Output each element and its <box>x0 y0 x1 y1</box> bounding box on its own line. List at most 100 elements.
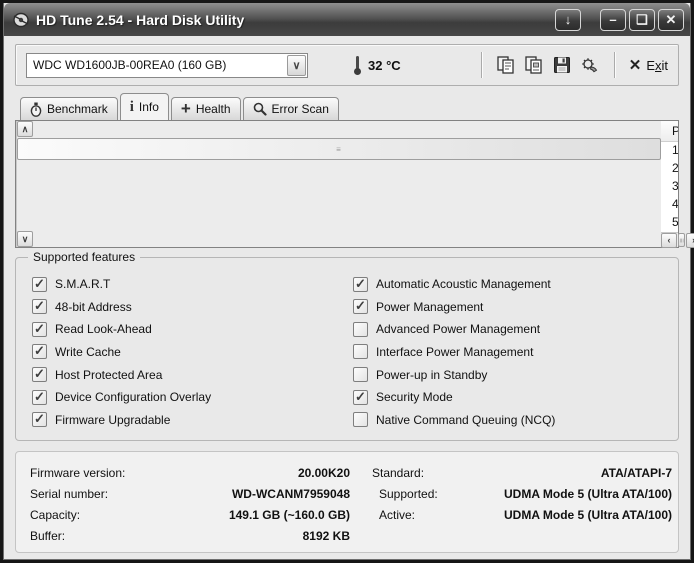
feature-advanced-power-management[interactable]: Advanced Power Management <box>353 319 670 339</box>
info-icon: i <box>129 98 134 115</box>
features-left-column: S.M.A.R.T 48-bit Address Read Look-Ahead <box>32 272 349 436</box>
feature-smart[interactable]: S.M.A.R.T <box>32 274 349 294</box>
feature-label: Native Command Queuing (NCQ) <box>376 412 556 427</box>
table-row[interactable]: 4 517 MB 0.00% unknown ... No <box>661 196 678 214</box>
feature-power-up-in-standby[interactable]: Power-up in Standby <box>353 365 670 385</box>
scroll-left-icon[interactable]: ‹ <box>661 233 677 248</box>
scroll-down-icon[interactable]: ∨ <box>17 231 33 247</box>
save-screenshot-button[interactable] <box>548 51 576 79</box>
detail-capacity: Capacity: 149.1 GB (~160.0 GB) <box>30 504 350 525</box>
detail-serial-number: Serial number: WD-WCANM7959048 <box>30 483 350 504</box>
checkbox-icon[interactable] <box>353 276 368 292</box>
vertical-scroll-track[interactable] <box>17 161 661 231</box>
feature-automatic-acoustic-management[interactable]: Automatic Acoustic Management <box>353 274 670 294</box>
feature-write-cache[interactable]: Write Cache <box>32 342 349 362</box>
feature-48bit-address[interactable]: 48-bit Address <box>32 297 349 317</box>
hd-tune-window: HD Tune 2.54 - Hard Disk Utility ↓ – ❑ ✕… <box>3 3 694 560</box>
copy-image-button[interactable] <box>520 51 548 79</box>
toolbar-separator <box>480 52 482 78</box>
options-button[interactable] <box>576 51 604 79</box>
table-row[interactable]: 2 3749 MB 0.00% unknown ... No <box>661 160 678 178</box>
minimize-button[interactable]: – <box>600 8 626 31</box>
checkbox-icon[interactable] <box>353 344 368 360</box>
detail-label: Capacity: <box>30 507 81 522</box>
vertical-scrollbar[interactable]: ∧ ≡ ∨ <box>16 121 661 247</box>
checkbox-icon[interactable] <box>353 367 368 383</box>
tab-health[interactable]: + Health <box>170 97 241 120</box>
screenshot-frame: HD Tune 2.54 - Hard Disk Utility ↓ – ❑ ✕… <box>0 3 694 570</box>
tab-info[interactable]: i Info <box>119 93 169 120</box>
copy-text-button[interactable] <box>492 51 520 79</box>
checkbox-icon[interactable] <box>32 298 47 315</box>
horizontal-scroll-thumb[interactable]: ≡ <box>677 233 686 247</box>
copy-image-icon <box>525 56 542 74</box>
checkbox-icon[interactable] <box>353 298 368 315</box>
drive-select[interactable]: WDC WD1600JB-00REA0 (160 GB) ∨ <box>26 52 308 78</box>
checkbox-icon[interactable] <box>32 366 47 383</box>
options-icon <box>581 58 597 73</box>
app-icon <box>13 12 29 27</box>
feature-label: Power Management <box>376 299 484 314</box>
feature-label: 48-bit Address <box>55 299 132 314</box>
cell-partition: 5 <box>672 215 678 229</box>
table-row[interactable]: 1 C:\ SYSTEM 4259 MB 81.64% FAT32 Yes <box>661 142 678 160</box>
details-left: Firmware version: 20.00K20 Serial number… <box>30 462 350 546</box>
detail-value: 20.00K20 <box>297 465 350 480</box>
detail-supported-mode: Supported: UDMA Mode 5 (Ultra ATA/100) <box>372 483 672 504</box>
cell-partition: 3 <box>672 179 678 193</box>
toolbar-separator <box>613 52 615 78</box>
exit-x-icon: ✕ <box>628 57 642 74</box>
chevron-down-icon[interactable]: ∨ <box>287 54 306 76</box>
feature-label: Automatic Acoustic Management <box>376 277 551 291</box>
detail-value: 8192 KB <box>302 528 350 543</box>
checkbox-icon[interactable] <box>32 276 47 292</box>
vertical-scroll-thumb[interactable]: ≡ <box>17 138 661 160</box>
feature-power-management[interactable]: Power Management <box>353 297 670 317</box>
feature-label: Interface Power Management <box>376 344 534 359</box>
maximize-button[interactable]: ❑ <box>629 8 655 31</box>
scroll-up-icon[interactable]: ∧ <box>17 121 33 137</box>
column-header-partition[interactable]: Partition <box>661 121 678 141</box>
checkbox-icon[interactable] <box>32 411 47 428</box>
scroll-right-icon[interactable]: › <box>685 233 694 248</box>
checkbox-icon[interactable] <box>353 412 368 428</box>
tab-error-scan[interactable]: Error Scan <box>242 97 339 120</box>
detail-label: Buffer: <box>30 528 66 543</box>
checkbox-icon[interactable] <box>353 321 368 337</box>
copy-text-icon <box>497 56 514 74</box>
tab-label: Error Scan <box>271 102 329 116</box>
title-bar: HD Tune 2.54 - Hard Disk Utility ↓ – ❑ ✕ <box>4 3 690 36</box>
table-row[interactable]: 3 5789 MB 0.00% unknown ... No <box>661 178 678 196</box>
feature-read-look-ahead[interactable]: Read Look-Ahead <box>32 319 349 339</box>
close-button[interactable]: ✕ <box>658 8 684 31</box>
feature-firmware-upgradable[interactable]: Firmware Upgradable <box>32 410 349 430</box>
feature-device-configuration-overlay[interactable]: Device Configuration Overlay <box>32 387 349 407</box>
detail-value: UDMA Mode 5 (Ultra ATA/100) <box>504 507 673 522</box>
temperature-indicator: 32 °C <box>354 55 401 75</box>
tab-strip: Benchmark i Info + Health Error Scan <box>15 93 679 120</box>
tab-label: Benchmark <box>47 102 108 116</box>
feature-host-protected-area[interactable]: Host Protected Area <box>32 365 349 385</box>
table-row[interactable]: 5 D:\ SOFT 22459 MB 95.97% FAT32 No <box>661 214 678 232</box>
checkbox-icon[interactable] <box>32 321 47 337</box>
feature-label: Power-up in Standby <box>376 367 488 382</box>
detail-value: ATA/ATAPI-7 <box>600 465 673 480</box>
feature-interface-power-management[interactable]: Interface Power Management <box>353 342 670 362</box>
checkbox-icon[interactable] <box>353 389 368 405</box>
feature-security-mode[interactable]: Security Mode <box>353 387 670 407</box>
checkbox-icon[interactable] <box>32 343 47 360</box>
detail-label: Standard: <box>372 465 425 480</box>
partition-rows: 1 C:\ SYSTEM 4259 MB 81.64% FAT32 Yes 2 <box>661 142 678 232</box>
tab-benchmark[interactable]: Benchmark <box>20 97 118 120</box>
minimize-to-tray-button[interactable]: ↓ <box>555 8 581 31</box>
checkbox-icon[interactable] <box>32 389 47 405</box>
exit-button[interactable]: ✕ Exit <box>629 56 668 74</box>
feature-native-command-queuing[interactable]: Native Command Queuing (NCQ) <box>353 410 670 430</box>
health-icon: + <box>180 99 191 118</box>
drive-details-panel: Firmware version: 20.00K20 Serial number… <box>15 451 679 553</box>
horizontal-scrollbar[interactable]: ‹ ≡ › <box>661 232 694 248</box>
features-right-column: Automatic Acoustic Management Power Mana… <box>353 272 670 436</box>
detail-active-mode: Active: UDMA Mode 5 (Ultra ATA/100) <box>372 504 672 525</box>
cell-partition: 1 <box>672 143 678 157</box>
temperature-value: 32 °C <box>368 57 401 73</box>
